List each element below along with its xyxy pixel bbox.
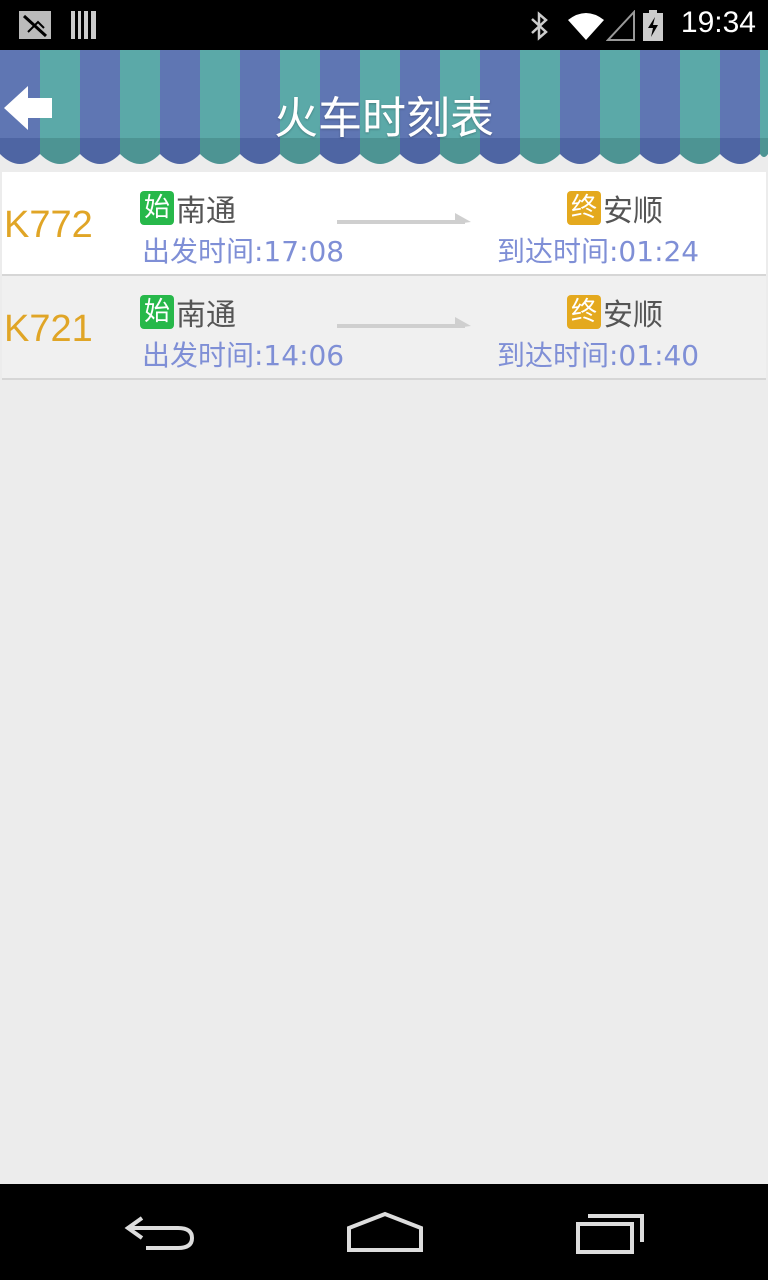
back-nav-icon[interactable] xyxy=(122,1208,198,1256)
end-badge: 终 xyxy=(567,191,601,225)
header: 火车时刻表 xyxy=(0,50,768,170)
barcode-icon xyxy=(71,11,96,39)
end-badge: 终 xyxy=(567,295,601,329)
train-row[interactable]: K772 始 南通 出发时间:17:08 终 安顺 到达时间:01:24 xyxy=(2,172,766,276)
home-nav-icon[interactable] xyxy=(345,1208,425,1256)
battery-charging-icon xyxy=(643,10,663,41)
bluetooth-icon xyxy=(531,11,548,41)
departure-station: 始 南通 xyxy=(140,186,236,230)
train-number: K721 xyxy=(4,308,93,350)
departure-station-name: 南通 xyxy=(176,298,236,333)
wifi-icon xyxy=(568,13,604,40)
route-arrow-icon xyxy=(337,317,471,328)
departure-time: 出发时间:14:06 xyxy=(142,339,345,372)
arrival-station-name: 安顺 xyxy=(603,298,663,333)
arrival-time: 到达时间:01:40 xyxy=(497,339,700,372)
train-list: K772 始 南通 出发时间:17:08 终 安顺 到达时间:01:24 K72… xyxy=(2,172,766,380)
departure-time: 出发时间:17:08 xyxy=(142,235,345,268)
departure-station-name: 南通 xyxy=(176,194,236,229)
status-bar: 19:34 xyxy=(0,0,768,50)
no-signal-icon xyxy=(19,11,51,39)
start-badge: 始 xyxy=(140,191,174,225)
train-number: K772 xyxy=(4,204,93,246)
cell-signal-icon xyxy=(606,10,635,41)
recents-nav-icon[interactable] xyxy=(574,1208,648,1256)
page-title: 火车时刻表 xyxy=(274,93,494,144)
route-arrow-icon xyxy=(337,213,471,224)
arrival-station: 终 安顺 xyxy=(567,186,663,230)
navigation-bar xyxy=(0,1184,768,1280)
arrival-station: 终 安顺 xyxy=(567,290,663,334)
status-time: 19:34 xyxy=(680,6,756,39)
train-row[interactable]: K721 始 南通 出发时间:14:06 终 安顺 到达时间:01:40 xyxy=(2,276,766,380)
arrival-time: 到达时间:01:24 xyxy=(497,235,700,268)
start-badge: 始 xyxy=(140,295,174,329)
departure-station: 始 南通 xyxy=(140,290,236,334)
arrival-station-name: 安顺 xyxy=(603,194,663,229)
